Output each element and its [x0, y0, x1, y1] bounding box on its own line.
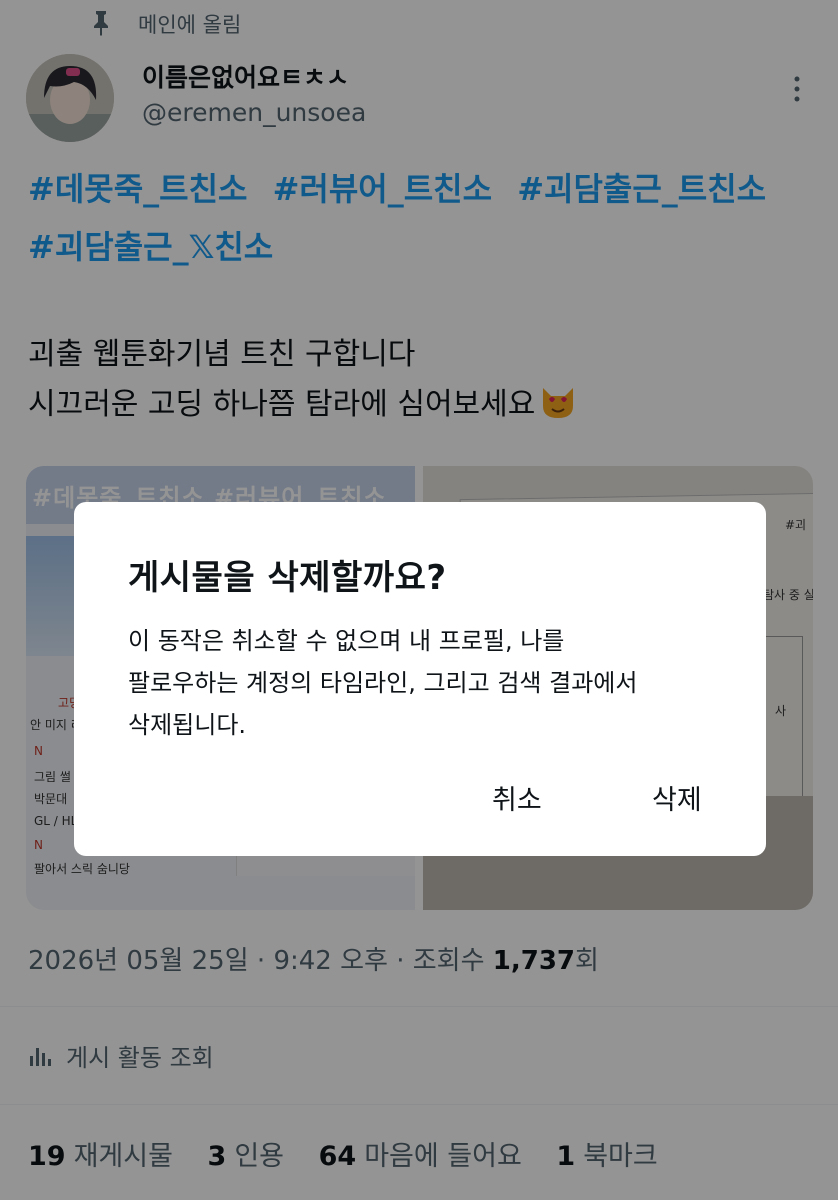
dialog-message-line: 팔로우하는 계정의 타임라인, 그리고 검색 결과에서	[128, 669, 638, 697]
dialog-message: 이 동작은 취소할 수 없으며 내 프로필, 나를 팔로우하는 계정의 타임라인…	[128, 620, 728, 746]
delete-button[interactable]: 삭제	[644, 774, 710, 821]
dialog-message-line: 삭제됩니다.	[128, 711, 247, 739]
dialog-title: 게시물을 삭제할까요?	[128, 558, 447, 598]
delete-confirmation-dialog: 게시물을 삭제할까요? 이 동작은 취소할 수 없으며 내 프로필, 나를 팔로…	[74, 502, 766, 856]
cancel-button[interactable]: 취소	[484, 774, 550, 821]
dialog-message-line: 이 동작은 취소할 수 없으며 내 프로필, 나를	[128, 627, 565, 655]
